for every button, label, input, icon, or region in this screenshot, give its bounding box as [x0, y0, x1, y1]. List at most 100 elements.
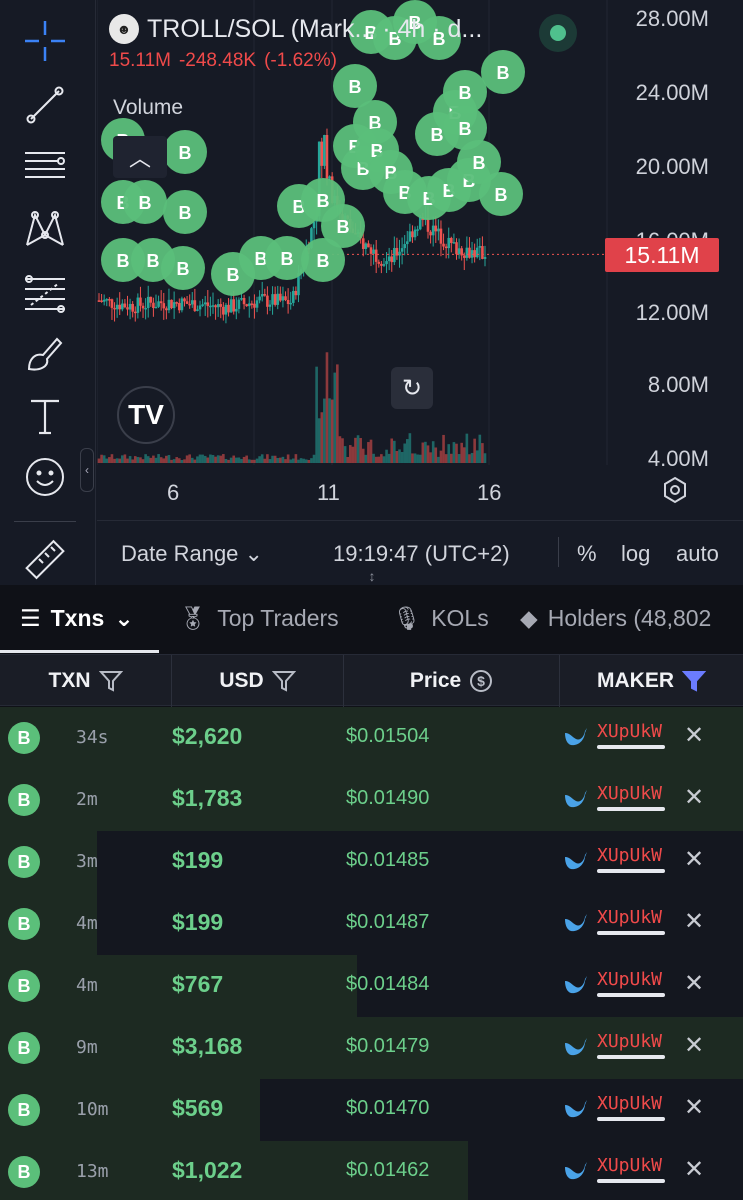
close-icon[interactable]: ✕ — [684, 1093, 704, 1122]
collapse-toolbar-button[interactable]: ‹ — [80, 448, 94, 492]
close-icon[interactable]: ✕ — [684, 969, 704, 998]
candle-body — [271, 294, 274, 305]
table-row[interactable]: B 34s $2,620 $0.01504 XUpUkW ✕ — [0, 707, 743, 769]
buy-marker-label: B — [495, 185, 508, 205]
volume-bar — [165, 455, 168, 463]
ruler-tool[interactable] — [20, 536, 70, 586]
volume-bar — [377, 456, 381, 463]
candle-body — [159, 301, 163, 304]
price-chart[interactable]: BBBBBBBBBBBBBBBBBBBBBBBBBBBBBBBBBBBB ☻ T… — [97, 0, 743, 585]
close-icon[interactable]: ✕ — [684, 1155, 704, 1184]
filter-icon[interactable] — [98, 670, 123, 692]
volume-bar — [450, 453, 453, 463]
table-row[interactable]: B 4m $767 $0.01484 XUpUkW ✕ — [0, 955, 743, 1017]
dollar-coin-icon[interactable]: $ — [469, 669, 493, 693]
candle-body — [385, 261, 388, 265]
close-icon[interactable]: ✕ — [684, 1031, 704, 1060]
buy-marker-label: B — [117, 251, 130, 271]
close-icon[interactable]: ✕ — [684, 783, 704, 812]
pattern-tool[interactable] — [20, 204, 70, 254]
table-row[interactable]: B 10m $569 $0.01470 XUpUkW ✕ — [0, 1079, 743, 1141]
brush-tool[interactable] — [20, 328, 70, 378]
table-row[interactable]: B 9m $3,168 $0.01479 XUpUkW ✕ — [0, 1017, 743, 1079]
trend-line-tool[interactable] — [20, 80, 70, 130]
txn-usd: $1,783 — [172, 785, 243, 811]
maker-address[interactable]: XUpUkW — [597, 1155, 662, 1176]
txn-age: 4m — [76, 913, 98, 934]
candle-body — [123, 303, 127, 308]
volume-bar — [115, 458, 119, 463]
buy-badge: B — [8, 722, 40, 754]
candle-body — [237, 299, 241, 309]
date-range-button[interactable]: Date Range ⌄ — [121, 541, 263, 567]
filter-icon[interactable] — [271, 670, 296, 692]
volume-bar — [149, 457, 153, 463]
buy-marker-label: B — [227, 265, 240, 285]
y-tick: 8.00M — [647, 372, 709, 397]
table-row[interactable]: B 3m $199 $0.01485 XUpUkW ✕ — [0, 831, 743, 893]
candle-body — [279, 293, 282, 301]
reset-chart-button[interactable]: ↻ — [391, 367, 433, 409]
maker-address[interactable]: XUpUkW — [597, 1031, 662, 1052]
panel-resize-handle[interactable]: ↕ — [362, 568, 382, 606]
tab-kols[interactable]: 🎙︎ KOLs — [392, 605, 489, 632]
volume-bar — [141, 459, 145, 463]
maker-address[interactable]: XUpUkW — [597, 721, 662, 742]
close-icon[interactable]: ✕ — [684, 845, 704, 874]
tab-txns[interactable]: ☰ Txns ⌄ — [20, 605, 134, 632]
settings-icon[interactable] — [661, 476, 689, 504]
candle-body — [266, 295, 269, 307]
log-scale-button[interactable]: log — [621, 541, 650, 567]
buy-marker-label: B — [459, 83, 472, 103]
fib-tool[interactable] — [20, 268, 70, 318]
volume-bar — [224, 458, 228, 463]
table-row[interactable]: B 2m $1,783 $0.01490 XUpUkW ✕ — [0, 769, 743, 831]
header-maker[interactable]: MAKER — [560, 655, 743, 707]
tab-top-traders[interactable]: 🏅︎ Top Traders — [178, 605, 339, 632]
maker-underline — [597, 1117, 665, 1121]
auto-scale-button[interactable]: auto — [676, 541, 719, 567]
maker-address[interactable]: XUpUkW — [597, 1093, 662, 1114]
candle-body — [203, 302, 207, 305]
maker-address[interactable]: XUpUkW — [597, 845, 662, 866]
percent-scale-button[interactable]: % — [577, 541, 597, 567]
pair-title[interactable]: TROLL/SOL (Mark... · 4h · d... — [147, 15, 482, 44]
buy-marker-label: B — [349, 77, 362, 97]
candle-body — [185, 301, 189, 304]
close-icon[interactable]: ✕ — [684, 721, 704, 750]
filter-active-icon[interactable] — [682, 670, 706, 692]
text-tool[interactable] — [20, 392, 70, 442]
volume-bar — [100, 454, 103, 463]
volume-bar — [457, 454, 461, 463]
candle-body — [442, 243, 445, 247]
maker-address[interactable]: XUpUkW — [597, 783, 662, 804]
collapse-legend-button[interactable]: ︿ — [113, 136, 167, 178]
table-row[interactable]: B 4m $199 $0.01487 XUpUkW ✕ — [0, 893, 743, 955]
candle-body — [131, 303, 134, 312]
live-status-icon — [539, 14, 577, 52]
header-usd[interactable]: USD — [172, 655, 344, 707]
volume-bar — [279, 457, 282, 463]
horizontal-lines-tool[interactable] — [20, 140, 70, 190]
close-icon[interactable]: ✕ — [684, 907, 704, 936]
maker-address[interactable]: XUpUkW — [597, 907, 662, 928]
header-txn[interactable]: TXN — [0, 655, 172, 707]
volume-bar — [400, 451, 404, 463]
crosshair-tool[interactable] — [20, 16, 70, 66]
volume-bar — [201, 454, 204, 463]
candle-body — [136, 297, 140, 313]
volume-bar — [361, 448, 365, 463]
volume-bar — [284, 459, 287, 463]
emoji-tool[interactable] — [20, 452, 70, 502]
volume-bar — [121, 455, 124, 463]
clock-display[interactable]: 19:19:47 (UTC+2) — [333, 541, 510, 567]
volume-bar — [315, 366, 318, 463]
header-price[interactable]: Price $ — [344, 655, 560, 707]
table-row[interactable]: B 13m $1,022 $0.01462 XUpUkW ✕ — [0, 1141, 743, 1200]
whale-icon — [565, 852, 587, 870]
whale-icon — [565, 1162, 587, 1180]
tab-holders[interactable]: ◆ Holders (48,802 — [520, 605, 711, 632]
volume-bar — [380, 454, 383, 463]
maker-address[interactable]: XUpUkW — [597, 969, 662, 990]
volume-bar — [325, 352, 329, 463]
